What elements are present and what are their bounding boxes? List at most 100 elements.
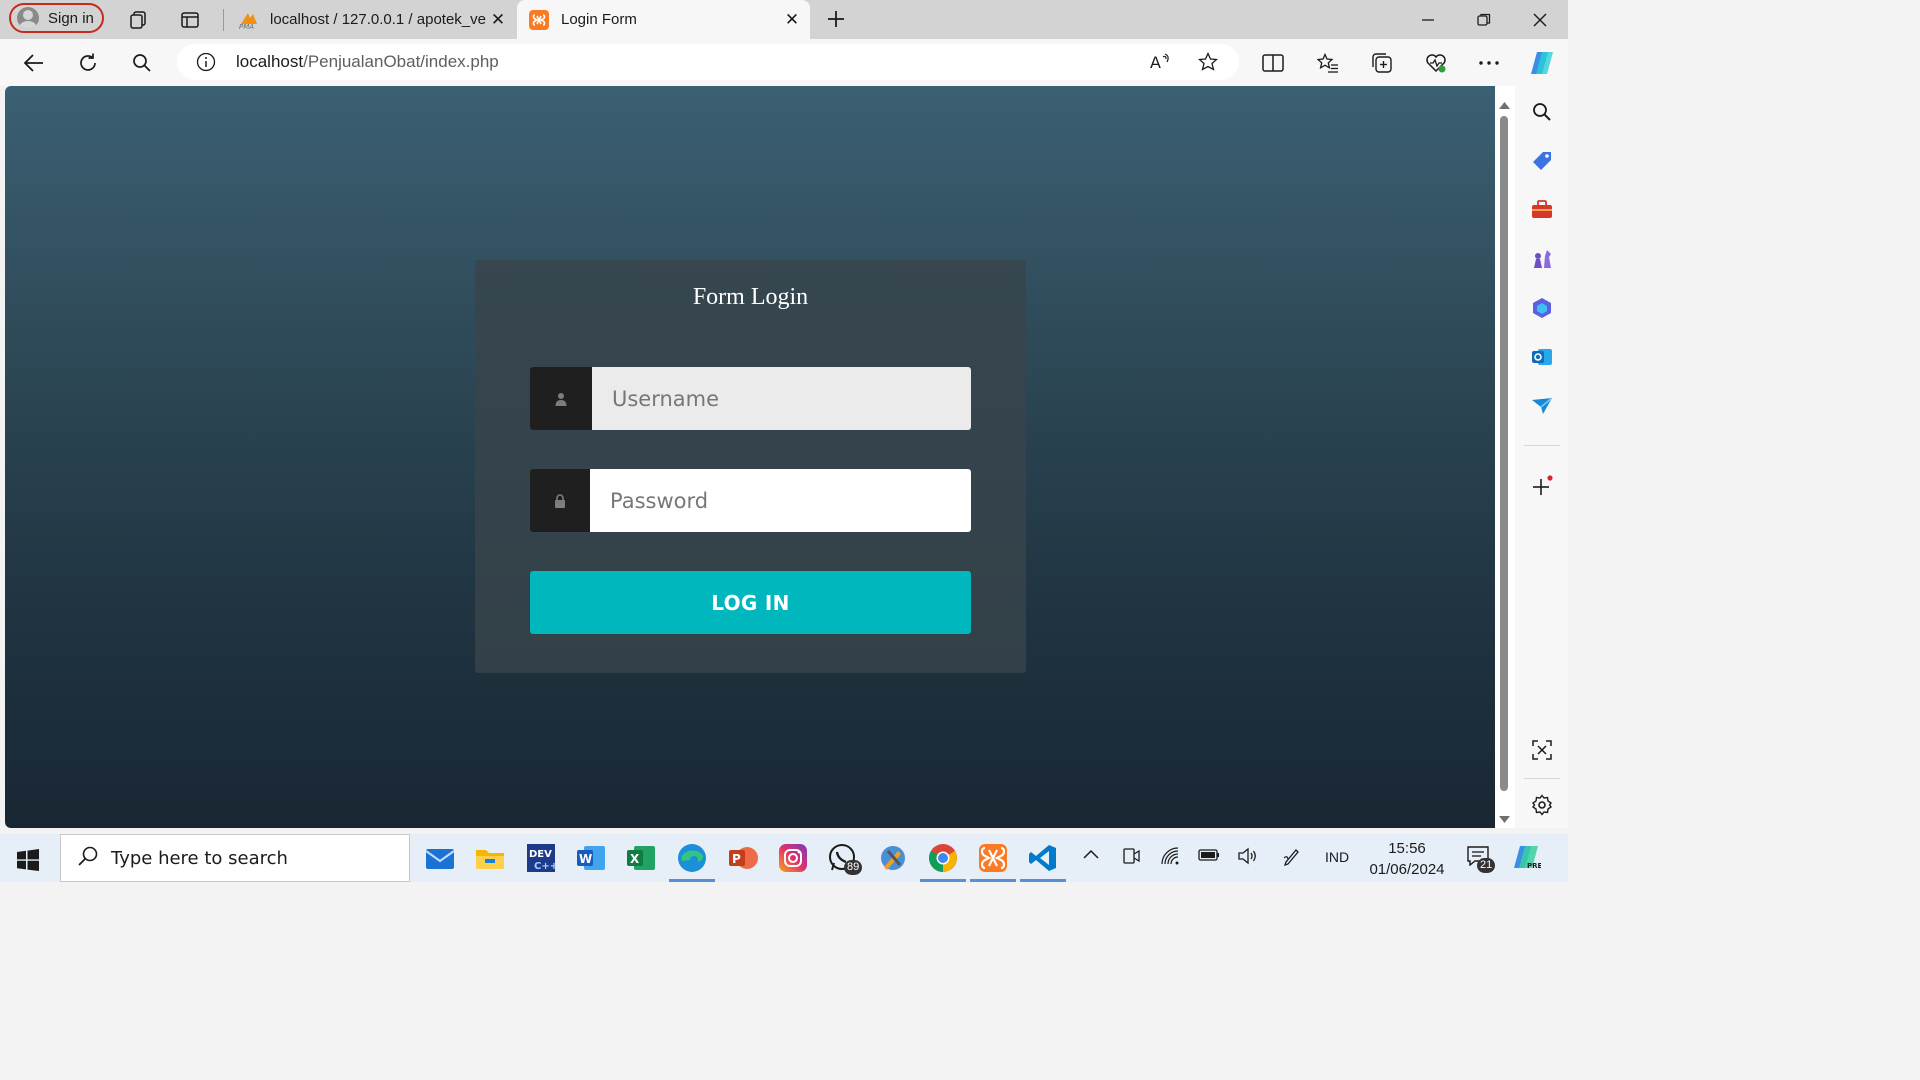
whatsapp-icon[interactable]: 89 <box>828 843 863 875</box>
svg-text:PMA: PMA <box>239 23 254 30</box>
taskbar-search-box[interactable]: Type here to search <box>60 834 410 882</box>
instagram-icon[interactable] <box>778 843 808 873</box>
url-text[interactable]: localhost/PenjualanObat/index.php <box>236 52 499 72</box>
password-row <box>530 469 971 532</box>
copilot-taskbar-icon[interactable]: PRE <box>1513 844 1543 873</box>
url-path: /PenjualanObat/index.php <box>303 52 499 71</box>
clock-date: 01/06/2024 <box>1369 861 1445 878</box>
svg-text:X: X <box>630 852 640 866</box>
devcpp-icon[interactable]: DEV C++ <box>526 843 556 873</box>
sidebar-divider <box>1524 445 1560 446</box>
svg-text:DEV: DEV <box>529 849 552 860</box>
tab-title: Login Form <box>561 11 637 28</box>
xampp-icon <box>529 9 549 30</box>
profile-label: Sign in <box>48 9 94 27</box>
more-options-icon[interactable] <box>1477 51 1501 75</box>
show-hidden-icons-icon[interactable] <box>1082 846 1100 867</box>
password-input[interactable] <box>590 469 971 532</box>
favorites-icon[interactable] <box>1316 51 1340 75</box>
form-title: Form Login <box>692 284 809 310</box>
xampp-icon[interactable] <box>970 843 1016 882</box>
notifications-icon[interactable]: 21 <box>1467 846 1496 873</box>
chrome-icon[interactable] <box>920 843 966 882</box>
excel-icon[interactable]: X <box>626 843 656 873</box>
profile-button[interactable]: Sign in <box>9 3 104 33</box>
close-tab-icon[interactable]: ✕ <box>780 10 804 30</box>
word-icon[interactable]: W <box>576 843 606 873</box>
svg-text:P: P <box>732 852 741 866</box>
collections-icon[interactable] <box>1370 51 1394 75</box>
close-window-button[interactable] <box>1512 0 1568 39</box>
workspaces-icon[interactable] <box>127 9 149 31</box>
copilot-app-icon[interactable] <box>1530 296 1554 320</box>
lock-icon <box>530 469 590 532</box>
tag-icon[interactable] <box>1530 149 1554 173</box>
scroll-thumb[interactable] <box>1500 116 1508 791</box>
refresh-button[interactable] <box>76 51 100 75</box>
outlook-icon[interactable] <box>1530 345 1554 369</box>
powerpoint-icon[interactable]: P <box>728 843 758 873</box>
split-screen-icon[interactable] <box>1261 51 1285 75</box>
search-icon <box>77 845 99 872</box>
vscode-icon[interactable] <box>1020 843 1066 882</box>
screenshot-icon[interactable] <box>1530 738 1554 762</box>
close-tab-icon[interactable]: ✕ <box>486 10 510 30</box>
edge-icon[interactable] <box>669 843 715 882</box>
search-icon[interactable] <box>1530 100 1554 124</box>
scroll-down-icon[interactable] <box>1499 810 1510 828</box>
browser-toolbar: localhost/PenjualanObat/index.php A <box>0 39 1568 86</box>
back-button[interactable] <box>22 51 46 75</box>
volume-icon[interactable] <box>1237 846 1259 869</box>
tab-phpmyadmin[interactable]: PMA localhost / 127.0.0.1 / apotek_ver ✕ <box>226 0 516 39</box>
address-bar[interactable]: localhost/PenjualanObat/index.php A <box>177 44 1239 80</box>
site-info-icon[interactable] <box>196 52 216 77</box>
svg-text:C++: C++ <box>534 861 556 872</box>
login-button[interactable]: LOG IN <box>530 571 971 634</box>
page-viewport: Form Login LOG IN <box>5 86 1495 828</box>
read-aloud-icon[interactable]: A <box>1149 52 1171 77</box>
search-placeholder: Type here to search <box>111 847 288 869</box>
scroll-up-icon[interactable] <box>1499 96 1510 114</box>
vertical-tabs-icon[interactable] <box>179 9 201 31</box>
minimize-button[interactable] <box>1400 0 1456 39</box>
edge-sidebar <box>1515 86 1568 828</box>
add-icon[interactable] <box>1530 474 1554 498</box>
send-icon[interactable] <box>1530 394 1554 418</box>
tab-divider <box>223 9 224 31</box>
wifi-icon[interactable] <box>1160 846 1182 869</box>
toolbox-icon[interactable] <box>1530 198 1554 222</box>
login-card: Form Login LOG IN <box>475 260 1026 673</box>
settings-icon[interactable] <box>1530 793 1554 817</box>
clock-time: 15:56 <box>1388 840 1426 857</box>
chess-icon[interactable] <box>1530 247 1554 271</box>
meet-now-icon[interactable] <box>1121 846 1141 869</box>
whatsapp-badge: 89 <box>844 860 863 875</box>
username-input[interactable] <box>592 367 971 430</box>
browser-essentials-icon[interactable] <box>1424 51 1448 75</box>
new-tab-icon[interactable] <box>825 8 847 30</box>
url-host: localhost <box>236 52 304 71</box>
svg-text:PRE: PRE <box>1527 862 1541 870</box>
mail-icon[interactable] <box>425 843 455 873</box>
tab-login-form[interactable]: Login Form ✕ <box>517 0 810 39</box>
user-icon <box>530 367 592 430</box>
clock[interactable]: 15:56 01/06/2024 <box>1366 838 1448 880</box>
svg-text:W: W <box>579 852 592 866</box>
phpmyadmin-icon: PMA <box>238 10 258 31</box>
windows-taskbar: Type here to search DEV C++ W X P 89 IND… <box>0 834 1568 882</box>
language-indicator[interactable]: IND <box>1325 849 1349 865</box>
restore-button[interactable] <box>1456 0 1512 39</box>
copilot-icon[interactable] <box>1527 49 1557 77</box>
page-scrollbar[interactable] <box>1495 86 1515 828</box>
tab-strip: Sign in PMA localhost / 127.0.0.1 / apot… <box>0 0 1568 39</box>
file-explorer-icon[interactable] <box>475 843 505 873</box>
tab-title: localhost / 127.0.0.1 / apotek_ver <box>270 11 486 28</box>
battery-icon[interactable] <box>1198 847 1220 866</box>
tools-icon[interactable] <box>878 843 908 873</box>
pen-icon[interactable] <box>1282 846 1302 869</box>
avatar <box>17 7 39 29</box>
search-icon[interactable] <box>130 51 154 75</box>
favorite-star-icon[interactable] <box>1197 51 1219 77</box>
windows-start-icon[interactable] <box>8 846 48 874</box>
notification-badge: 21 <box>1477 858 1496 873</box>
